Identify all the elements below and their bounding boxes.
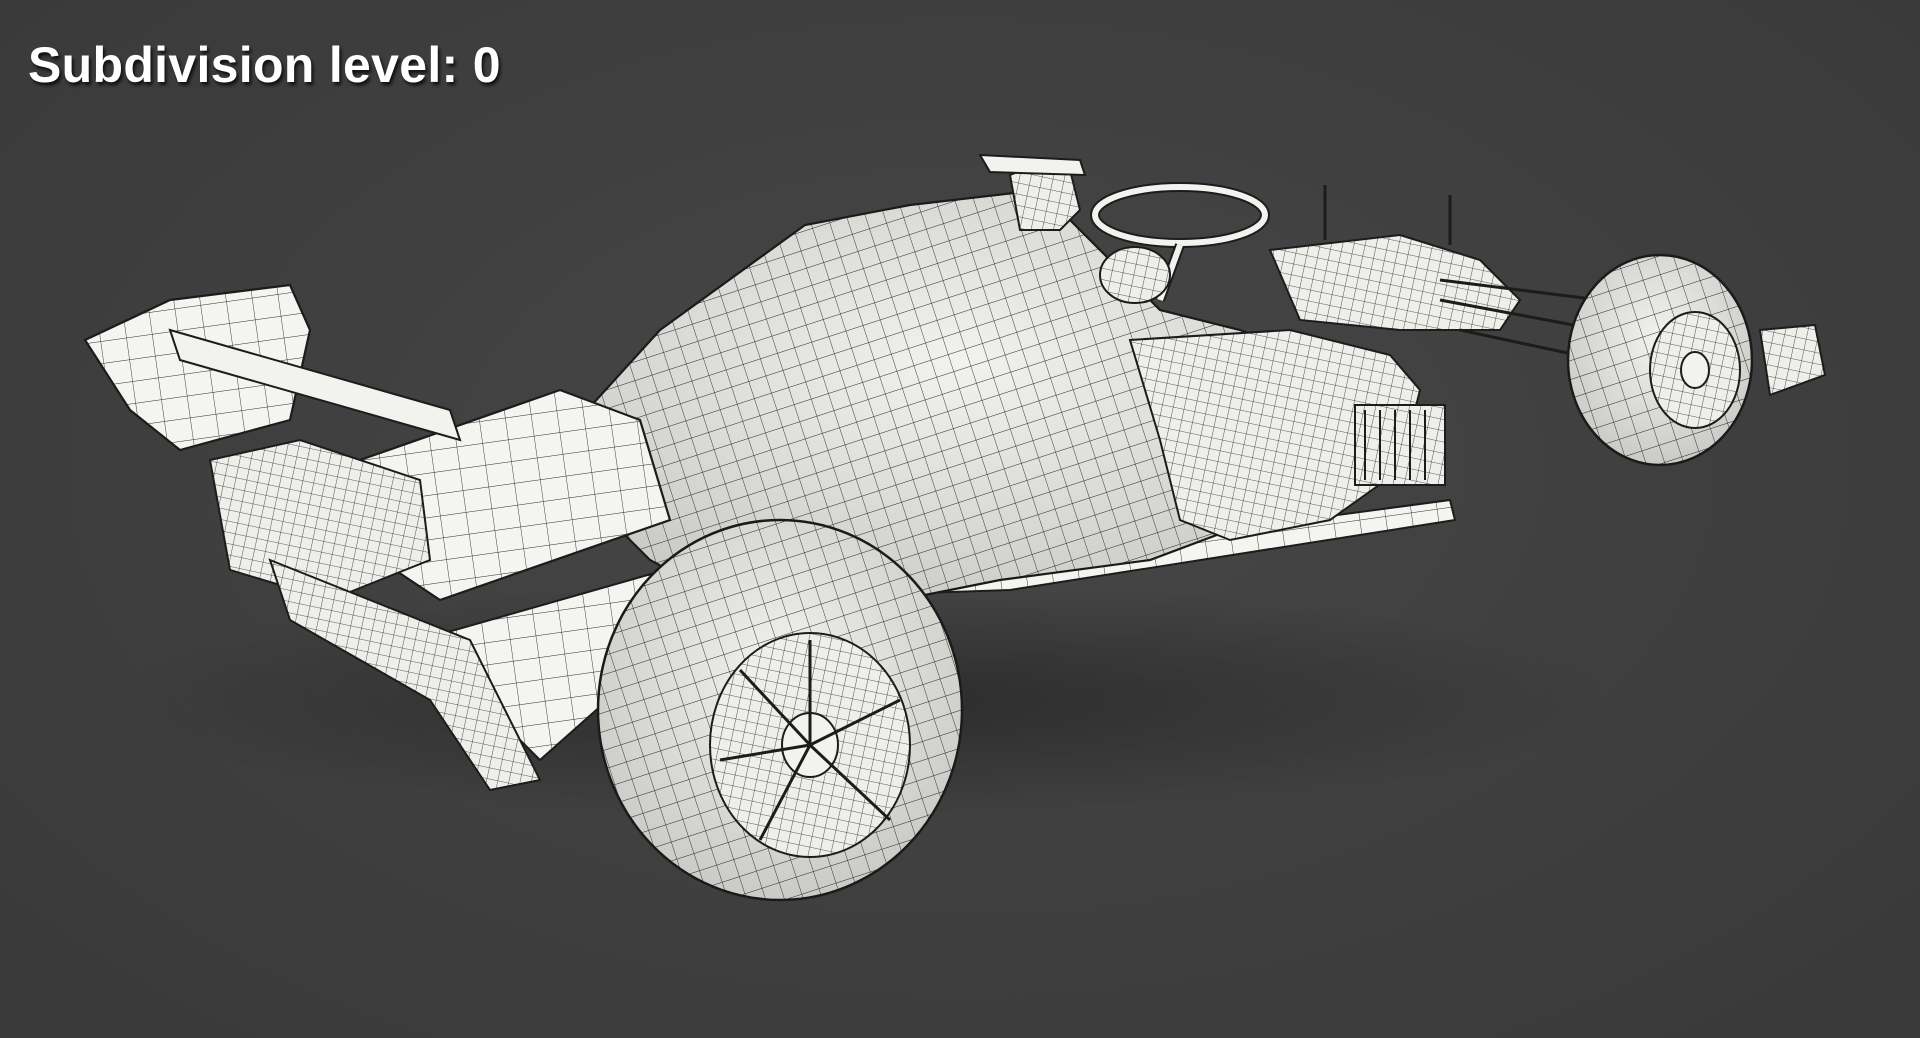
subdivision-level-label: Subdivision level: 0: [28, 37, 501, 93]
driver-helmet: [1099, 246, 1171, 304]
front-wing: [1758, 323, 1827, 397]
sidepod-louvres: [1354, 404, 1446, 486]
rear-wheel: [596, 518, 964, 902]
nose-cone: [1268, 233, 1522, 331]
front-wheel: [1566, 253, 1754, 467]
3d-viewport[interactable]: Subdivision level: 0: [0, 0, 1920, 1038]
airbox-fin: [978, 153, 1087, 177]
f1-car-wireframe-render: [83, 153, 1827, 902]
